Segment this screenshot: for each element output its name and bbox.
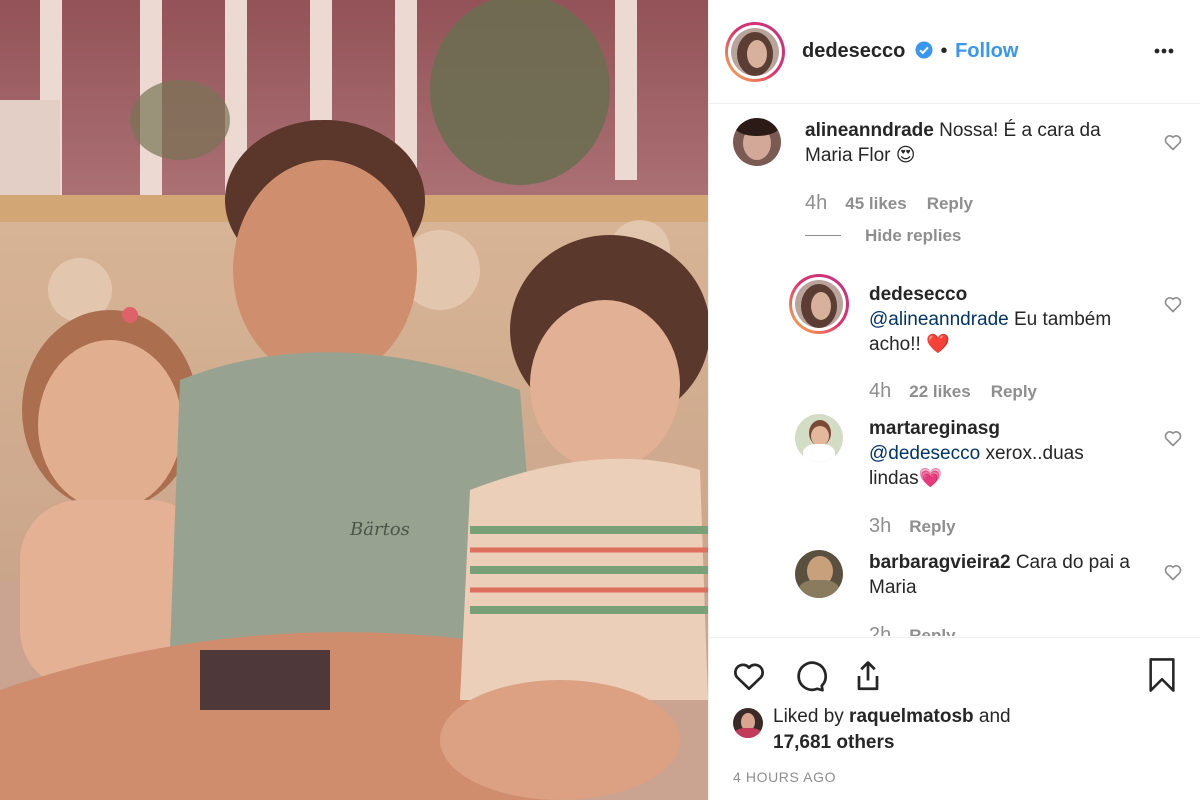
- post-time-ago[interactable]: 4 HOURS AGO: [733, 769, 836, 785]
- liked-by-middle: and: [973, 706, 1011, 727]
- reply-mention[interactable]: @dedesecco: [869, 443, 980, 464]
- author-avatar[interactable]: [725, 22, 785, 82]
- liker-avatar[interactable]: [733, 708, 763, 738]
- comment-likes[interactable]: 45 likes: [845, 194, 906, 213]
- post-sidebar: dedesecco • Follow alineanndrade Nossa! …: [708, 0, 1200, 800]
- reply-body: martareginasg @dedesecco xerox..duas lin…: [869, 416, 1129, 491]
- like-heart-icon[interactable]: [731, 658, 767, 694]
- liked-by: Liked by raquelmatosb and 17,681 others: [773, 704, 1011, 756]
- reply-mention[interactable]: @alineanndrade: [869, 309, 1009, 330]
- reply-like-heart-icon[interactable]: [1163, 294, 1183, 314]
- verified-badge-icon: [915, 40, 933, 59]
- reply-time: 2h: [869, 624, 892, 636]
- reply-meta: 4h 22 likes Reply: [869, 380, 1057, 403]
- reply-username[interactable]: dedesecco: [869, 284, 967, 305]
- reply-username[interactable]: barbaragvieira2: [869, 552, 1011, 573]
- comment-username[interactable]: alineanndrade: [805, 120, 934, 141]
- more-options-icon[interactable]: [1151, 41, 1181, 61]
- comment-time: 4h: [805, 192, 828, 214]
- reply-avatar[interactable]: [789, 274, 849, 334]
- liked-by-user[interactable]: raquelmatosb: [849, 706, 974, 727]
- bookmark-icon[interactable]: [1145, 656, 1179, 694]
- comment-reply-button[interactable]: Reply: [927, 194, 973, 213]
- hide-replies-button[interactable]: Hide replies: [865, 226, 961, 246]
- commenter-avatar[interactable]: [733, 118, 781, 166]
- share-icon[interactable]: [850, 658, 886, 694]
- reply-body: barbaragvieira2 Cara do pai a Maria: [869, 550, 1139, 600]
- reply-reply-button[interactable]: Reply: [909, 626, 955, 636]
- reply-meta: 3h Reply: [869, 515, 976, 538]
- post-header: dedesecco • Follow: [709, 0, 1200, 104]
- follow-button[interactable]: Follow: [955, 40, 1018, 62]
- post-photo[interactable]: Bärtos: [0, 0, 708, 800]
- hide-replies-line: [805, 235, 841, 236]
- reply-time: 3h: [869, 515, 892, 537]
- reply-like-heart-icon[interactable]: [1163, 562, 1183, 582]
- reply-reply-button[interactable]: Reply: [909, 517, 955, 536]
- post-actions: Liked by raquelmatosb and 17,681 others …: [709, 637, 1200, 800]
- reply-avatar[interactable]: [795, 414, 843, 462]
- reply-likes[interactable]: 22 likes: [909, 382, 970, 401]
- header-separator: •: [940, 40, 948, 62]
- author-username[interactable]: dedesecco: [802, 40, 905, 62]
- reply-body: dedesecco @alineanndrade Eu também acho!…: [869, 282, 1119, 357]
- reply-like-heart-icon[interactable]: [1163, 428, 1183, 448]
- liked-by-prefix: Liked by: [773, 706, 850, 727]
- post-image: Bärtos: [0, 0, 708, 800]
- reply-reply-button[interactable]: Reply: [991, 382, 1037, 401]
- liked-by-count[interactable]: 17,681 others: [773, 732, 894, 753]
- reply-time: 4h: [869, 380, 892, 402]
- reply-meta: 2h Reply: [869, 624, 976, 636]
- reply-avatar[interactable]: [795, 550, 843, 598]
- header-line: dedesecco • Follow: [802, 38, 1018, 64]
- comment-like-heart-icon[interactable]: [1163, 132, 1183, 152]
- comment-meta: 4h 45 likes Reply: [805, 192, 993, 215]
- comment-icon[interactable]: [791, 658, 827, 694]
- comments-list[interactable]: alineanndrade Nossa! É a cara da Maria F…: [709, 104, 1200, 636]
- reply-username[interactable]: martareginasg: [869, 418, 1000, 439]
- comment-body: alineanndrade Nossa! É a cara da Maria F…: [805, 118, 1145, 168]
